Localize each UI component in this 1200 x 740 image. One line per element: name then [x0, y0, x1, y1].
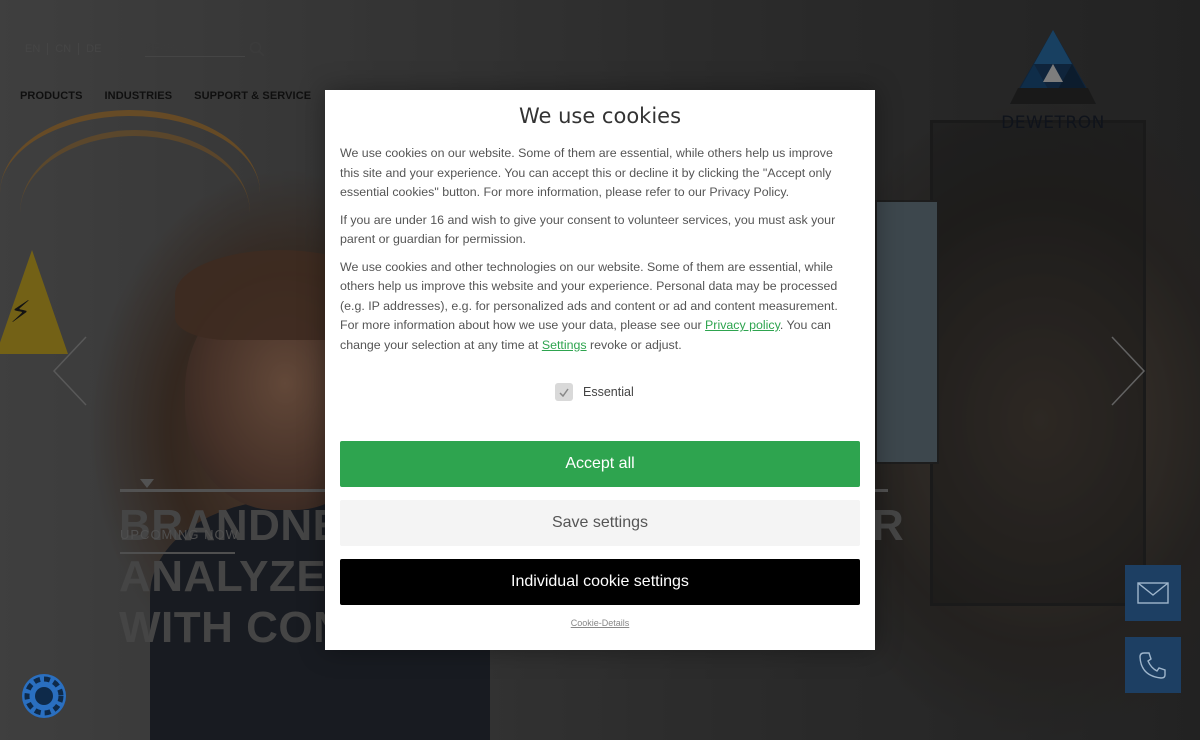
cookie-icon[interactable] — [20, 672, 68, 720]
dialog-title: We use cookies — [518, 104, 682, 128]
check-icon — [559, 388, 569, 397]
consent-paragraph: We use cookies on our website. Some of t… — [340, 146, 833, 199]
mail-button[interactable] — [1125, 565, 1181, 621]
essential-checkbox[interactable] — [555, 383, 573, 401]
privacy-policy-link[interactable]: Privacy policy — [705, 318, 780, 332]
save-settings-button[interactable]: Save settings — [340, 500, 860, 546]
individual-cookie-settings-button[interactable]: Individual cookie settings — [340, 559, 860, 605]
accept-all-button[interactable]: Accept all — [340, 441, 860, 487]
mail-icon — [1137, 582, 1169, 604]
cookie-details-link[interactable]: Cookie-Details — [325, 618, 875, 628]
phone-icon — [1139, 652, 1166, 679]
essential-label: Essential — [583, 385, 634, 399]
consent-paragraph: If you are under 16 and wish to give you… — [340, 212, 836, 247]
consent-text: revoke or adjust. — [586, 337, 682, 352]
essential-checkbox-row: Essential — [555, 383, 634, 401]
phone-button[interactable] — [1125, 637, 1181, 693]
consent-paragraph: We use cookies and other technologies on… — [340, 258, 850, 356]
cookie-consent-dialog: We use cookies We use cookies on our web… — [325, 90, 875, 650]
settings-link[interactable]: Settings — [542, 338, 587, 352]
dialog-body: We use cookies on our website. Some of t… — [340, 144, 850, 363]
